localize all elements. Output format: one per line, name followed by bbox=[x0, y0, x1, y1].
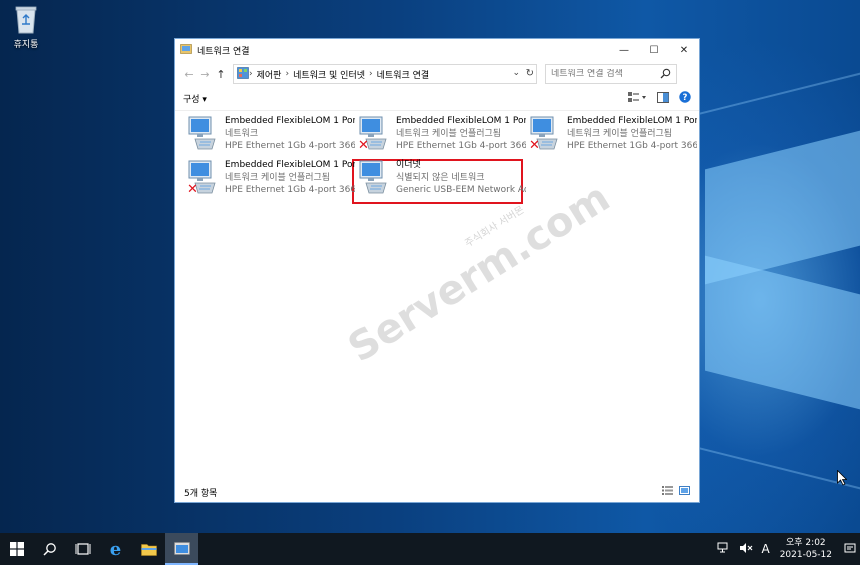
network-adapter-item[interactable]: 이더넷식별되지 않은 네트워크 Generic USB-EEM Network A… bbox=[356, 159, 526, 201]
help-icon[interactable]: ? bbox=[679, 91, 691, 106]
adapter-name: Embedded FlexibleLOM 1 Port 4 bbox=[225, 160, 355, 170]
adapter-status: 식별되지 않은 네트워크 bbox=[396, 172, 485, 183]
search-taskbar-button[interactable] bbox=[33, 533, 66, 565]
window-title: 네트워크 연결 bbox=[197, 46, 250, 57]
recycle-bin-label: 휴지통 bbox=[13, 40, 39, 50]
network-adapter-icon: ✕ bbox=[185, 159, 221, 199]
network-tray-icon[interactable] bbox=[717, 542, 731, 557]
help-label: ? bbox=[683, 93, 688, 103]
search-icon bbox=[42, 543, 56, 556]
large-icons-view-icon[interactable] bbox=[679, 486, 690, 498]
windows-logo-icon bbox=[9, 542, 24, 556]
maximize-button[interactable]: ☐ bbox=[639, 39, 669, 61]
breadcrumb-separator: › bbox=[285, 69, 290, 79]
windows-logo-pane bbox=[705, 255, 860, 410]
item-count: 5개 항목 bbox=[184, 488, 218, 499]
network-adapter-item[interactable]: Embedded FlexibleLOM 1 Port 1 네트워크 HPE Eth… bbox=[185, 115, 355, 157]
recycle-bin-icon bbox=[14, 4, 38, 34]
clock[interactable]: 오후 2:02 2021-05-12 bbox=[780, 537, 832, 561]
breadcrumb-separator: › bbox=[249, 69, 253, 79]
adapter-text: Embedded FlexibleLOM 1 Port 3 네트워크 케이블 언플… bbox=[567, 115, 697, 157]
adapter-description: Generic USB-EEM Network Adap... bbox=[396, 185, 526, 195]
up-button[interactable]: ↑ bbox=[213, 68, 229, 81]
breadcrumb-network-internet[interactable]: 네트워크 및 인터넷 bbox=[293, 68, 365, 81]
address-row: ← → ↑ › 제어판 › 네트워크 및 인터넷 › 네트워크 연결 ⌄ ↻ 네… bbox=[175, 61, 699, 87]
organize-button[interactable]: 구성 ▾ bbox=[183, 92, 207, 105]
adapter-text: Embedded FlexibleLOM 1 Port 4 네트워크 케이블 언플… bbox=[225, 159, 355, 201]
adapter-description: HPE Ethernet 1Gb 4-port 366FLR... bbox=[396, 141, 526, 151]
system-tray: A 오후 2:02 2021-05-12 bbox=[713, 533, 860, 565]
network-adapter-icon: ✕ bbox=[527, 115, 563, 155]
adapter-text: 이더넷식별되지 않은 네트워크 Generic USB-EEM Network A… bbox=[396, 159, 526, 201]
disconnected-x-icon: ✕ bbox=[358, 138, 369, 153]
task-view-button[interactable] bbox=[66, 533, 99, 565]
forward-button[interactable]: → bbox=[197, 68, 213, 81]
notification-icon bbox=[844, 543, 856, 553]
network-connections-taskbar-button[interactable] bbox=[165, 533, 198, 565]
network-folder-icon bbox=[180, 43, 192, 58]
adapter-text: Embedded FlexibleLOM 1 Port 2 네트워크 케이블 언플… bbox=[396, 115, 526, 157]
command-bar: 구성 ▾ ? bbox=[175, 87, 699, 111]
search-box[interactable] bbox=[545, 64, 677, 84]
explorer-window: 네트워크 연결 — ☐ ✕ ← → ↑ › 제어판 › 네트워크 및 인터넷 ›… bbox=[174, 38, 700, 503]
back-button[interactable]: ← bbox=[181, 68, 197, 81]
status-bar: 5개 항목 bbox=[175, 482, 699, 502]
taskbar: e A 오후 2:02 2021-05-12 bbox=[0, 533, 860, 565]
breadcrumb-separator: › bbox=[369, 69, 373, 79]
network-adapter-icon: ✕ bbox=[356, 115, 392, 155]
file-explorer-button[interactable] bbox=[132, 533, 165, 565]
search-input[interactable] bbox=[551, 69, 659, 79]
adapter-name: Embedded FlexibleLOM 1 Port 1 bbox=[225, 116, 355, 126]
network-adapter-icon bbox=[185, 115, 221, 155]
breadcrumb-control-panel[interactable]: 제어판 bbox=[257, 68, 282, 81]
disconnected-x-icon: ✕ bbox=[529, 138, 540, 153]
network-window-icon bbox=[173, 541, 190, 555]
adapter-description: HPE Ethernet 1Gb 4-port 366FLR... bbox=[225, 185, 355, 195]
adapter-status: 네트워크 케이블 언플러그됨 bbox=[396, 128, 502, 139]
address-bar[interactable]: › 제어판 › 네트워크 및 인터넷 › 네트워크 연결 ⌄ ↻ bbox=[233, 64, 537, 84]
notification-center-button[interactable] bbox=[840, 533, 860, 565]
chevron-down-icon[interactable]: ⌄ bbox=[512, 68, 520, 78]
task-view-icon bbox=[75, 543, 90, 555]
adapter-description: HPE Ethernet 1Gb 4-port 366FLR... bbox=[225, 141, 355, 151]
title-bar[interactable]: 네트워크 연결 — ☐ ✕ bbox=[175, 39, 699, 61]
preview-pane-icon[interactable] bbox=[657, 91, 669, 106]
breadcrumb-network-connections[interactable]: 네트워크 연결 bbox=[377, 68, 430, 81]
start-button[interactable] bbox=[0, 533, 33, 565]
details-view-icon[interactable] bbox=[662, 486, 673, 498]
desktop: 휴지통 네트워크 연결 — ☐ ✕ ← → ↑ › 제어판 › 네트워크 및 인… bbox=[0, 0, 860, 533]
adapter-status: 네트워크 케이블 언플러그됨 bbox=[567, 128, 673, 139]
adapter-name: Embedded FlexibleLOM 1 Port 2 bbox=[396, 116, 526, 126]
network-adapter-item[interactable]: ✕ Embedded FlexibleLOM 1 Port 2 네트워크 케이블 언… bbox=[356, 115, 526, 157]
network-adapter-item[interactable]: ✕ Embedded FlexibleLOM 1 Port 4 네트워크 케이블 언… bbox=[185, 159, 355, 201]
network-adapter-icon bbox=[356, 159, 392, 199]
minimize-button[interactable]: — bbox=[609, 39, 639, 61]
search-icon[interactable] bbox=[660, 68, 671, 82]
adapter-name: Embedded FlexibleLOM 1 Port 3 bbox=[567, 116, 697, 126]
speaker-muted-icon[interactable] bbox=[739, 542, 753, 557]
adapter-description: HPE Ethernet 1Gb 4-port 366FLR... bbox=[567, 141, 697, 151]
internet-explorer-icon: e bbox=[109, 538, 122, 560]
disconnected-x-icon: ✕ bbox=[187, 182, 198, 197]
close-button[interactable]: ✕ bbox=[669, 39, 699, 61]
folder-icon bbox=[140, 543, 157, 556]
control-panel-icon bbox=[237, 66, 249, 82]
adapter-status: 네트워크 케이블 언플러그됨 bbox=[225, 172, 331, 183]
clock-time: 오후 2:02 bbox=[786, 538, 826, 548]
recycle-bin[interactable]: 휴지통 bbox=[4, 4, 48, 50]
clock-date: 2021-05-12 bbox=[779, 550, 832, 560]
mouse-cursor-icon bbox=[837, 469, 848, 489]
adapter-name: 이더넷 bbox=[396, 160, 421, 170]
adapter-status: 네트워크 bbox=[225, 128, 259, 139]
adapter-text: Embedded FlexibleLOM 1 Port 1 네트워크 HPE Eth… bbox=[225, 115, 355, 157]
ime-indicator[interactable]: A bbox=[761, 542, 769, 556]
items-area: Embedded FlexibleLOM 1 Port 1 네트워크 HPE Eth… bbox=[175, 111, 699, 481]
internet-explorer-button[interactable]: e bbox=[99, 533, 132, 565]
network-adapter-item[interactable]: ✕ Embedded FlexibleLOM 1 Port 3 네트워크 케이블 언… bbox=[527, 115, 697, 157]
refresh-icon[interactable]: ↻ bbox=[526, 68, 534, 79]
change-view-icon[interactable] bbox=[627, 91, 647, 106]
